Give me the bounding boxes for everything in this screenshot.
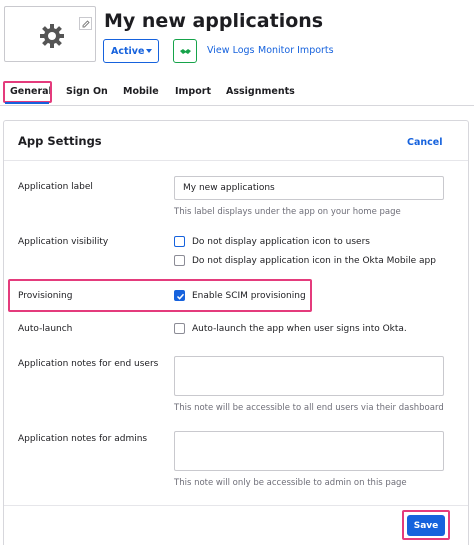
notes-end-users-label: Application notes for end users (18, 359, 159, 369)
hide-icon-users-checkbox[interactable] (174, 236, 185, 247)
tab-sign-on[interactable]: Sign On (66, 86, 108, 97)
save-button[interactable]: Save (407, 515, 445, 536)
handshake-icon (180, 49, 191, 54)
hide-icon-mobile-checkbox[interactable] (174, 255, 185, 266)
tab-general-highlight (3, 81, 52, 103)
tab-selected-indicator (5, 102, 49, 104)
auto-launch-label: Auto-launch (18, 324, 73, 334)
status-label: Active (111, 45, 145, 57)
notes-end-users-help: This note will be accessible to all end … (174, 403, 444, 413)
hide-icon-mobile-label: Do not display application icon in the O… (192, 256, 436, 266)
push-status-button[interactable] (173, 39, 197, 63)
application-label-label: Application label (18, 182, 93, 192)
enable-scim-label: Enable SCIM provisioning (192, 291, 306, 301)
panel-divider (4, 160, 468, 161)
application-label-help: This label displays under the app on you… (174, 207, 401, 217)
tab-import[interactable]: Import (175, 86, 211, 97)
tab-assignments[interactable]: Assignments (226, 86, 295, 97)
footer-divider (4, 505, 468, 506)
monitor-imports-link[interactable]: Monitor Imports (258, 45, 334, 56)
auto-launch-checkbox[interactable] (174, 323, 185, 334)
app-logo (4, 6, 96, 62)
notes-end-users-textarea[interactable] (174, 356, 444, 396)
application-visibility-label: Application visibility (18, 237, 109, 247)
tab-mobile[interactable]: Mobile (123, 86, 159, 97)
checkmark-icon (176, 293, 185, 300)
notes-admins-textarea[interactable] (174, 431, 444, 471)
auto-launch-option-label: Auto-launch the app when user signs into… (192, 324, 407, 334)
provisioning-label: Provisioning (18, 291, 73, 301)
pencil-icon (82, 20, 90, 28)
panel-title: App Settings (18, 134, 102, 148)
chevron-down-icon (146, 49, 152, 53)
hide-icon-users-label: Do not display application icon to users (192, 237, 370, 247)
view-logs-link[interactable]: View Logs (207, 45, 254, 56)
edit-logo-button[interactable] (79, 17, 92, 30)
notes-admins-label: Application notes for admins (18, 434, 148, 444)
cancel-button[interactable]: Cancel (407, 137, 442, 148)
notes-admins-help: This note will only be accessible to adm… (174, 478, 407, 488)
status-dropdown[interactable]: Active (103, 39, 159, 63)
gear-icon (40, 24, 64, 48)
enable-scim-checkbox[interactable] (174, 290, 185, 301)
app-title: My new applications (104, 10, 324, 32)
tab-bar: General Sign On Mobile Import Assignment… (0, 80, 474, 106)
application-label-input[interactable]: My new applications (174, 176, 444, 200)
